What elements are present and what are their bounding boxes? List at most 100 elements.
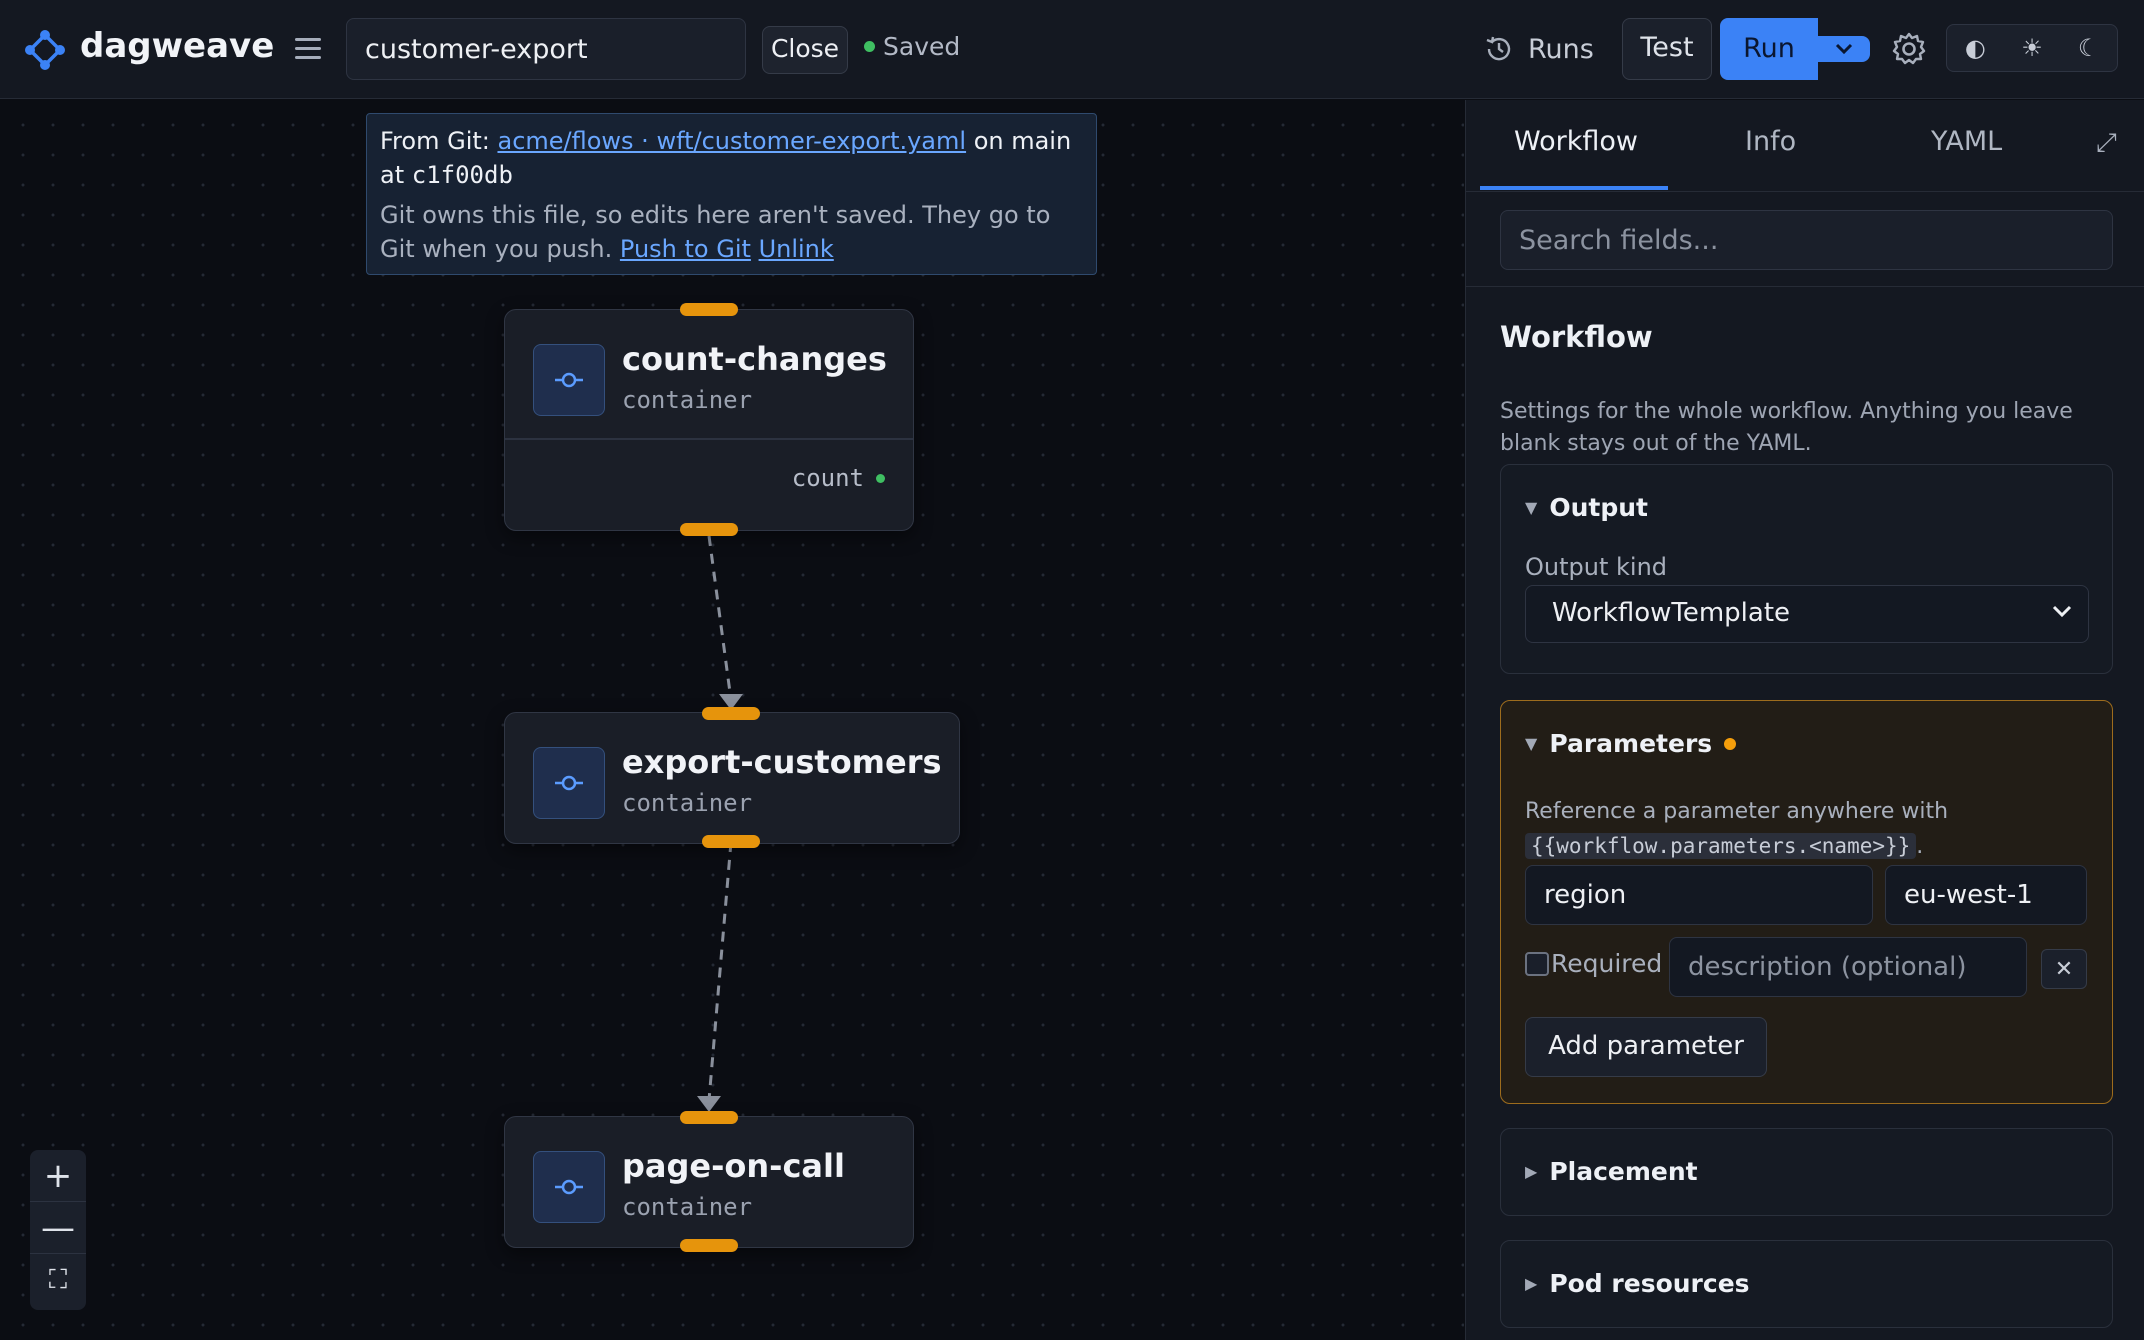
required-checkbox-group: Required	[1525, 949, 1662, 978]
section-parameters: ▼ Parameters Reference a parameter anywh…	[1500, 700, 2113, 1104]
modified-dot-icon	[1724, 737, 1737, 750]
runs-label: Runs	[1528, 33, 1594, 65]
caret-down-icon: ▼	[1525, 734, 1538, 753]
git-repo-link[interactable]: acme/flows · wft/customer-export.yaml	[497, 127, 966, 155]
git-at-label: at	[380, 161, 412, 189]
node-type: container	[622, 386, 753, 414]
node-export-customers[interactable]: export-customers container	[504, 712, 960, 844]
node-type: container	[622, 789, 753, 817]
node-output: count	[792, 464, 885, 492]
git-sync-banner: From Git: acme/flows · wft/customer-expo…	[366, 113, 1097, 275]
parameter-name-input[interactable]	[1525, 865, 1873, 925]
section-parameters-toggle[interactable]: ▼ Parameters	[1525, 729, 1737, 758]
caret-right-icon: ▶	[1525, 1162, 1538, 1181]
section-output-toggle[interactable]: ▼ Output	[1525, 493, 1648, 522]
search-fields-input[interactable]	[1500, 210, 2113, 270]
output-kind-value: WorkflowTemplate	[1552, 598, 1791, 628]
section-pod-resources-toggle[interactable]: ▶ Pod resources	[1525, 1269, 1750, 1298]
output-port-icon[interactable]	[876, 473, 885, 483]
parameters-help: Reference a parameter anywhere with {{wo…	[1525, 795, 1948, 864]
section-placement-toggle[interactable]: ▶ Placement	[1525, 1157, 1698, 1186]
git-banner-prefix: From Git:	[380, 127, 498, 155]
help-text: Reference a parameter anywhere with	[1525, 799, 1949, 824]
output-handle[interactable]	[680, 523, 738, 536]
tab-yaml[interactable]: YAML	[1931, 126, 2002, 157]
git-commit: c1f00db	[411, 161, 513, 189]
menu-icon[interactable]	[290, 30, 326, 66]
input-handle[interactable]	[680, 303, 738, 316]
chevron-down-icon	[2052, 605, 2072, 618]
section-title: Placement	[1549, 1157, 1698, 1186]
edge-count-to-export	[707, 535, 733, 701]
tab-info[interactable]: Info	[1745, 126, 1796, 157]
run-options-button[interactable]	[1818, 36, 1870, 62]
expand-icon[interactable]: ⤢	[2096, 128, 2117, 159]
saved-label: Saved	[883, 32, 961, 61]
node-divider	[505, 438, 913, 440]
output-name: count	[791, 464, 864, 492]
node-title: export-customers	[622, 743, 942, 781]
divider	[1466, 286, 2144, 287]
theme-light-icon[interactable]: ☀	[2007, 34, 2057, 62]
panel-tabs: Workflow Info YAML ⤢	[1466, 100, 2144, 192]
dagweave-logo-icon	[25, 30, 65, 70]
remove-parameter-icon[interactable]: ✕	[2041, 949, 2087, 989]
parameter-value-input[interactable]	[1885, 865, 2087, 925]
required-checkbox[interactable]	[1525, 951, 1549, 976]
top-bar: dagweave Close Saved Runs Test Run ◐ ☀ ☾	[0, 0, 2144, 99]
add-parameter-button[interactable]: Add parameter	[1525, 1017, 1767, 1077]
section-pod-resources[interactable]: ▶ Pod resources	[1500, 1240, 2113, 1328]
parameter-description-input[interactable]	[1669, 937, 2027, 997]
zoom-out-icon[interactable]: —	[30, 1202, 86, 1254]
saved-dot-icon	[864, 41, 875, 52]
caret-down-icon: ▼	[1525, 498, 1538, 517]
input-handle[interactable]	[702, 707, 760, 720]
close-button[interactable]: Close	[762, 26, 848, 74]
input-handle[interactable]	[680, 1111, 738, 1124]
container-node-icon	[533, 747, 605, 819]
fit-view-icon[interactable]: ⛶	[30, 1254, 86, 1306]
help-end: .	[1916, 834, 1924, 859]
theme-dark-icon[interactable]: ☾	[2064, 34, 2114, 62]
section-title: Parameters	[1549, 729, 1713, 758]
node-count-changes[interactable]: count-changes container count	[504, 309, 914, 531]
edge-arrow-icon	[697, 1096, 721, 1112]
workflow-name-input[interactable]	[346, 18, 746, 80]
output-handle[interactable]	[702, 835, 760, 848]
tab-workflow[interactable]: Workflow	[1514, 126, 1638, 157]
output-handle[interactable]	[680, 1239, 738, 1252]
section-title: Pod resources	[1549, 1269, 1750, 1298]
section-title: Output	[1549, 493, 1648, 522]
push-to-git-link[interactable]: Push to Git	[620, 235, 751, 263]
node-title: count-changes	[622, 340, 887, 378]
properties-panel: Workflow Info YAML ⤢ Workflow Settings f…	[1465, 100, 2144, 1340]
run-button[interactable]: Run	[1720, 18, 1818, 80]
theme-auto-icon[interactable]: ◐	[1950, 34, 2000, 62]
gear-icon[interactable]	[1890, 30, 1928, 68]
git-branch-text: on main	[966, 127, 1072, 155]
node-page-on-call[interactable]: page-on-call container	[504, 1116, 914, 1248]
chevron-down-icon	[1835, 43, 1853, 55]
output-kind-label: Output kind	[1525, 553, 1668, 581]
container-node-icon	[533, 1151, 605, 1223]
zoom-in-icon[interactable]: +	[30, 1150, 86, 1202]
section-placement[interactable]: ▶ Placement	[1500, 1128, 2113, 1216]
output-kind-select[interactable]: WorkflowTemplate	[1525, 585, 2089, 643]
parameter-syntax-code: {{workflow.parameters.<name>}}	[1525, 833, 1917, 859]
edge-export-to-page	[707, 841, 733, 1101]
runs-button[interactable]: Runs	[1484, 28, 1594, 70]
workflow-canvas[interactable]: From Git: acme/flows · wft/customer-expo…	[0, 100, 1464, 1340]
save-status: Saved	[864, 32, 960, 61]
active-tab-indicator	[1480, 186, 1668, 190]
node-title: page-on-call	[622, 1147, 845, 1185]
node-type: container	[622, 1193, 753, 1221]
unlink-link[interactable]: Unlink	[759, 235, 834, 263]
test-button[interactable]: Test	[1622, 18, 1712, 80]
panel-title: Workflow	[1500, 320, 1653, 354]
required-label: Required	[1551, 949, 1663, 978]
theme-switcher: ◐ ☀ ☾	[1946, 24, 2118, 72]
panel-description: Settings for the whole workflow. Anythin…	[1500, 399, 2073, 456]
caret-right-icon: ▶	[1525, 1274, 1538, 1293]
container-node-icon	[533, 344, 605, 416]
history-icon	[1486, 36, 1511, 61]
